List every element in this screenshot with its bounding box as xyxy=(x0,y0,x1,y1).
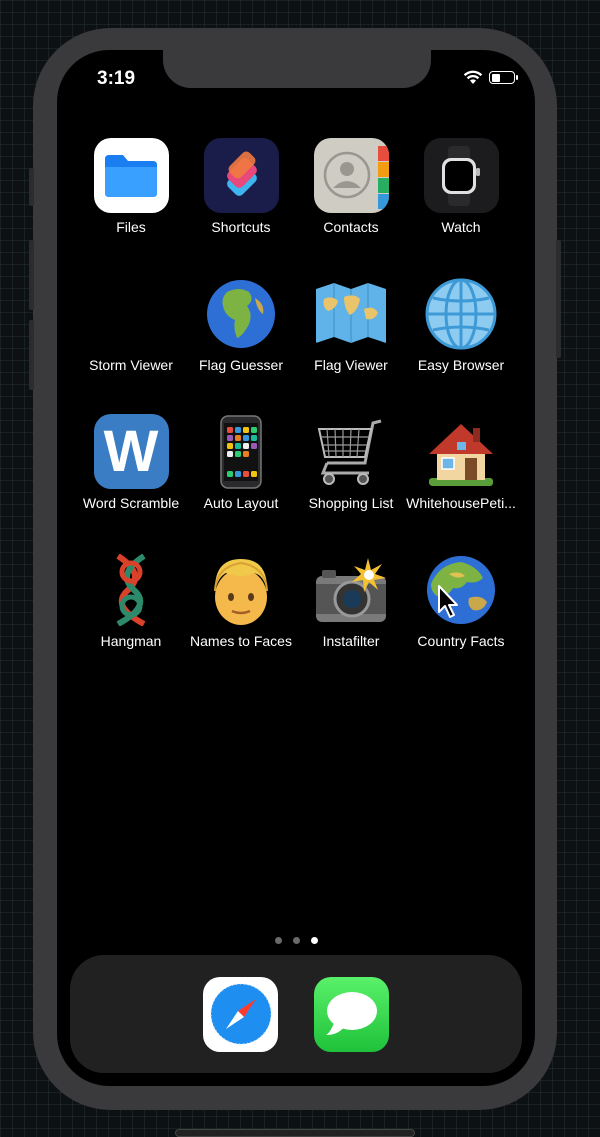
app-label: WhitehousePeti... xyxy=(406,495,516,511)
mute-switch xyxy=(29,168,34,206)
app-label: Hangman xyxy=(100,633,162,649)
app-easy-browser[interactable]: Easy Browser xyxy=(406,276,516,373)
home-screen: 3:19 Files Shortcuts Contacts Watch ⛈ St… xyxy=(57,50,535,1086)
volume-down-button xyxy=(29,320,34,390)
app-contacts[interactable]: Contacts xyxy=(296,138,406,235)
app-instafilter[interactable]: Instafilter xyxy=(296,552,406,649)
mouse-pointer-icon xyxy=(438,585,458,618)
app-shopping-list[interactable]: Shopping List xyxy=(296,414,406,511)
bottom-edge xyxy=(175,1129,415,1137)
app-label: Auto Layout xyxy=(203,495,279,511)
app-label: Instafilter xyxy=(322,633,380,649)
app-whitehouse-petitions[interactable]: WhitehousePeti... xyxy=(406,414,516,511)
status-time: 3:19 xyxy=(97,68,136,89)
app-label: Storm Viewer xyxy=(89,357,173,373)
man-face-icon xyxy=(204,552,279,627)
notch xyxy=(163,50,431,88)
storm-cloud-icon: ⛈ xyxy=(106,278,156,348)
app-label: Shopping List xyxy=(308,495,394,511)
house-icon xyxy=(424,414,499,489)
word-w-icon: W xyxy=(93,414,169,489)
app-label: Country Facts xyxy=(417,633,505,649)
app-shortcuts[interactable]: Shortcuts xyxy=(186,138,296,235)
app-word-scramble[interactable]: W Word Scramble xyxy=(76,414,186,511)
app-label: Easy Browser xyxy=(417,357,505,373)
dock xyxy=(70,955,522,1073)
page-dot[interactable] xyxy=(292,937,300,944)
side-button xyxy=(556,240,561,358)
messages-icon[interactable] xyxy=(314,976,389,1052)
app-storm-viewer[interactable]: ⛈ Storm Viewer xyxy=(76,276,186,373)
app-label: Contacts xyxy=(323,219,379,235)
files-icon xyxy=(93,138,169,213)
app-hangman[interactable]: Hangman xyxy=(76,552,186,649)
app-grid: Files Shortcuts Contacts Watch ⛈ Storm V… xyxy=(57,138,535,649)
camera-flash-icon xyxy=(314,552,389,627)
world-map-icon xyxy=(314,276,389,351)
app-label: Word Scramble xyxy=(82,495,180,511)
battery-icon xyxy=(489,71,518,84)
globe-asia-icon xyxy=(424,552,499,627)
page-dot-active[interactable] xyxy=(310,937,318,944)
status-icons xyxy=(463,70,518,85)
shopping-cart-icon xyxy=(314,414,389,489)
app-label: Shortcuts xyxy=(211,219,271,235)
app-flag-guesser[interactable]: Flag Guesser xyxy=(186,276,296,373)
app-country-facts[interactable]: Country Facts xyxy=(406,552,516,649)
app-names-to-faces[interactable]: Names to Faces xyxy=(186,552,296,649)
wifi-icon xyxy=(463,70,483,84)
page-dot[interactable] xyxy=(274,937,282,944)
app-watch[interactable]: Watch xyxy=(406,138,516,235)
app-flag-viewer[interactable]: Flag Viewer xyxy=(296,276,406,373)
app-label: Files xyxy=(116,219,146,235)
knot-icon xyxy=(94,552,169,627)
volume-up-button xyxy=(29,240,34,310)
contacts-icon xyxy=(313,138,389,213)
app-label: Watch xyxy=(441,219,481,235)
safari-icon[interactable] xyxy=(203,976,278,1052)
app-files[interactable]: Files xyxy=(76,138,186,235)
app-auto-layout[interactable]: Auto Layout xyxy=(186,414,296,511)
app-label: Flag Viewer xyxy=(314,357,388,373)
watch-icon xyxy=(423,138,499,213)
page-indicator[interactable] xyxy=(57,937,535,944)
mobile-phone-icon xyxy=(204,414,279,489)
word-w-letter: W xyxy=(103,418,159,484)
shortcuts-icon xyxy=(203,138,279,213)
app-label: Flag Guesser xyxy=(198,357,284,373)
globe-africa-icon xyxy=(204,276,279,351)
globe-meridians-icon xyxy=(424,276,499,351)
app-label: Names to Faces xyxy=(190,633,292,649)
